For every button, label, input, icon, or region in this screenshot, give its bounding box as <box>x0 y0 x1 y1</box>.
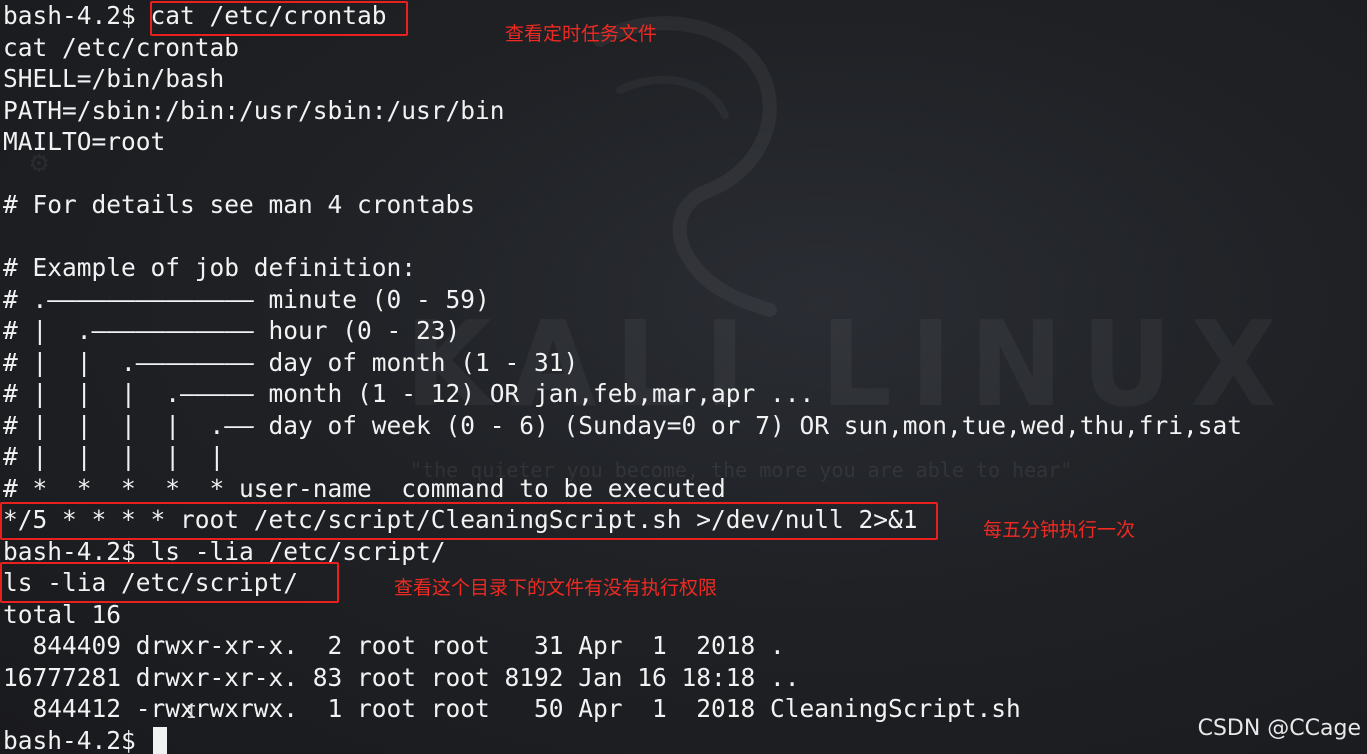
terminal-line: # | | .———————— day of month (1 - 31) <box>3 347 579 377</box>
highlight-box-cron-job <box>0 502 938 540</box>
terminal-line: PATH=/sbin:/bin:/usr/sbin:/usr/bin <box>3 95 505 125</box>
terminal-cursor <box>153 727 167 754</box>
terminal-prompt-line[interactable]: bash-4.2$ <box>3 725 1242 754</box>
terminal-line: # | .——————————— hour (0 - 23) <box>3 316 461 345</box>
terminal-line: MAILTO=root <box>3 127 166 156</box>
terminal-line: 16777281 drwxr-xr-x. 83 root root 8192 J… <box>3 662 800 692</box>
terminal-window[interactable]: ⚙ KALI LINUX "the quieter you become, th… <box>0 0 1367 754</box>
terminal-line: # | | | | | <box>3 442 225 471</box>
terminal-line: # .—————————————— minute (0 - 59) <box>3 284 490 314</box>
highlight-box-ls-command <box>0 562 339 603</box>
watermark: CSDN @CCage <box>1197 716 1361 741</box>
text-cursor-icon: I <box>186 702 197 723</box>
terminal-line: total 16 <box>3 599 122 629</box>
terminal-line: # | | | | .—— day of week (0 - 6) (Sunda… <box>3 410 1243 440</box>
highlight-box-crontab-command <box>150 1 408 36</box>
annotation-note-crontab: 查看定时任务文件 <box>505 23 658 45</box>
terminal-line: SHELL=/bin/bash <box>3 64 225 93</box>
annotation-note-every-five-minutes: 每五分钟执行一次 <box>983 519 1136 541</box>
annotation-note-permissions: 查看这个目录下的文件有没有执行权限 <box>394 577 718 599</box>
terminal-line: # | | | .————— month (1 - 12) OR jan,feb… <box>3 379 815 408</box>
terminal-output[interactable]: bash-4.2$ cat /etc/crontab cat /etc/cron… <box>3 0 1242 754</box>
terminal-line: # For details see man 4 crontabs <box>3 190 476 219</box>
terminal-line: # * * * * * user-name command to be exec… <box>3 473 726 503</box>
terminal-line: 844409 drwxr-xr-x. 2 root root 31 Apr 1 … <box>3 631 785 660</box>
terminal-line: # Example of job definition: <box>3 253 417 282</box>
